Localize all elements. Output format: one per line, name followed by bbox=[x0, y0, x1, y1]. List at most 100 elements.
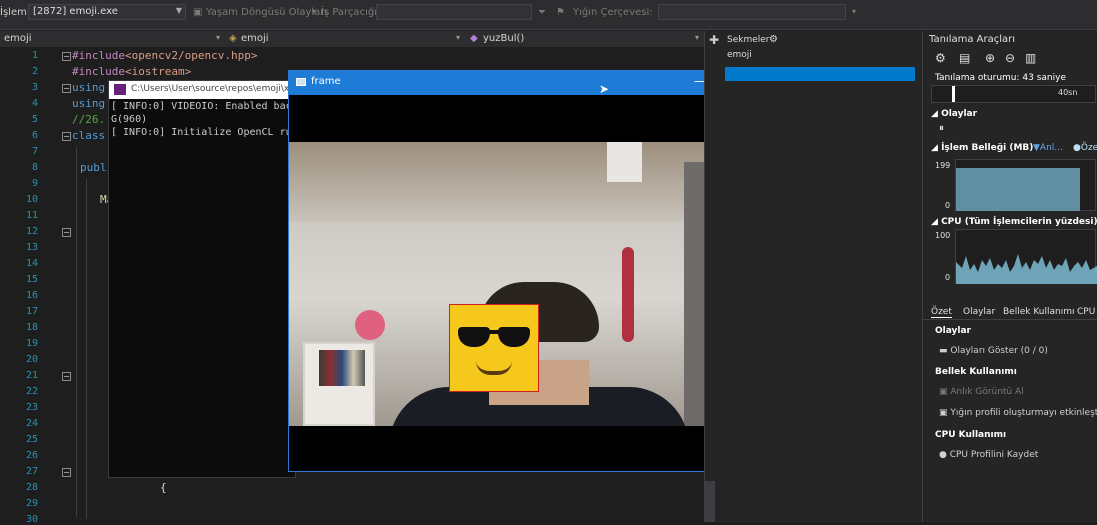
code-line-2: #include<iostream> bbox=[72, 65, 192, 78]
process-dropdown[interactable]: [2872] emoji.exe ▼ bbox=[28, 4, 186, 20]
zoom-out-icon[interactable]: ⊖ bbox=[1005, 51, 1015, 65]
window-icon bbox=[296, 78, 306, 86]
indent-guide bbox=[86, 179, 87, 519]
cpu-max: 100 bbox=[935, 231, 951, 240]
cpu-section-title: ◢ CPU (Tüm İşlemcilerin yüzdesi) bbox=[931, 217, 1097, 227]
record-cpu-profile-button[interactable]: ● CPU Profilini Kaydet bbox=[939, 450, 1038, 460]
line-number: 28 bbox=[25, 482, 38, 493]
process-label: İşlem: bbox=[0, 7, 31, 18]
line-number: 2 bbox=[31, 66, 38, 77]
line-number: 1 bbox=[31, 50, 38, 61]
line-number: 26 bbox=[25, 450, 38, 461]
debug-toolbar: İşlem: [2872] emoji.exe ▼ ▣ Yaşam Döngüs… bbox=[0, 0, 1097, 30]
flag-icon[interactable]: ⚑ bbox=[556, 7, 565, 18]
line-number: 7 bbox=[31, 146, 38, 157]
panel-scrollbar[interactable] bbox=[705, 481, 715, 522]
cpu-heading: CPU Kullanımı bbox=[935, 430, 1007, 440]
cpu-sparkline bbox=[956, 254, 1097, 284]
settings-icon[interactable]: ⚙ bbox=[935, 51, 946, 65]
line-number: 10 bbox=[25, 194, 38, 205]
timeline-ruler[interactable]: 40sn bbox=[931, 85, 1096, 103]
line-number: 23 bbox=[25, 402, 38, 413]
tab-cpu-usage[interactable]: CPU K bbox=[1077, 307, 1097, 317]
line-number: 18 bbox=[25, 322, 38, 333]
line-number: 27 bbox=[25, 466, 38, 477]
tabs-panel-title: Sekmeler bbox=[727, 35, 770, 45]
take-snapshot-button[interactable]: ▣ Anlık Görüntü Al bbox=[939, 387, 1024, 397]
line-number: 24 bbox=[25, 418, 38, 429]
memory-chart[interactable] bbox=[955, 159, 1096, 211]
line-number: 19 bbox=[25, 338, 38, 349]
chevron-down-icon: ▼ bbox=[175, 6, 182, 15]
diag-tab-strip: Özet Olaylar Bellek Kullanımı CPU K bbox=[923, 302, 1097, 320]
chevron-down-icon: ▾ bbox=[312, 7, 317, 16]
chevron-down-icon: ▾ bbox=[216, 33, 221, 42]
timeline-label: 40sn bbox=[1058, 88, 1078, 97]
line-number: 21 bbox=[25, 370, 38, 381]
show-events-link[interactable]: ▬ Olayları Göster (0 / 0) bbox=[939, 346, 1048, 356]
pause-icon[interactable]: ⏸ bbox=[939, 123, 944, 134]
cpu-chart[interactable] bbox=[955, 229, 1097, 284]
tab-summary[interactable]: Özet bbox=[931, 307, 952, 318]
decoration bbox=[355, 310, 385, 340]
line-number: 22 bbox=[25, 386, 38, 397]
zoom-in-icon[interactable]: ⊕ bbox=[985, 51, 995, 65]
filter-icon[interactable]: ⏷ bbox=[538, 7, 546, 18]
fold-collapse-icon[interactable]: − bbox=[62, 468, 71, 477]
code-line-5: //26. bbox=[72, 113, 106, 126]
line-number: 30 bbox=[25, 514, 38, 525]
cpu-area bbox=[956, 254, 1097, 284]
cpu-min: 0 bbox=[945, 273, 951, 282]
enable-heap-profiling-button[interactable]: ▣ Yığın profili oluşturmayı etkinleştir bbox=[939, 408, 1097, 418]
chevron-down-icon: ▾ bbox=[456, 33, 461, 42]
stackframe-label: Yığın Çerçevesi: bbox=[573, 7, 653, 18]
export-icon[interactable]: ▤ bbox=[959, 51, 970, 65]
tabs-panel: ✚ Sekmeler ⚙ emoji bbox=[704, 31, 922, 522]
line-number: 9 bbox=[31, 178, 38, 189]
line-number: 12 bbox=[25, 226, 38, 237]
plus-icon[interactable]: ✚ bbox=[709, 33, 719, 47]
line-number: 17 bbox=[25, 306, 38, 317]
chart-icon[interactable]: ▥ bbox=[1025, 51, 1036, 65]
code-line-28: { bbox=[160, 481, 167, 494]
events-section-title: ◢ Olaylar bbox=[931, 109, 978, 119]
memory-legend-1: ▼Anl... bbox=[1033, 143, 1063, 153]
session-label: Tanılama oturumu: 43 saniye bbox=[935, 73, 1066, 83]
fold-collapse-icon[interactable]: − bbox=[62, 84, 71, 93]
tab-item-selected[interactable] bbox=[725, 67, 915, 81]
fold-collapse-icon[interactable]: − bbox=[62, 52, 71, 61]
gear-icon[interactable]: ⚙ bbox=[769, 34, 778, 45]
class-icon: ◈ bbox=[229, 33, 237, 44]
process-value: [2872] emoji.exe bbox=[33, 6, 118, 17]
memory-max: 199 bbox=[935, 161, 951, 170]
console-window[interactable]: C:\Users\User\source\repos\emoji\x64 [ I… bbox=[108, 80, 304, 478]
line-number-gutter: 1 2 3 4 5 6 7 8 9 10 11 12 13 14 15 16 1… bbox=[0, 47, 71, 525]
lifecycle-icon: ▣ bbox=[193, 7, 203, 18]
code-line-4: using bbox=[72, 97, 106, 110]
lifecycle-events-dropdown[interactable]: Yaşam Döngüsü Olayları bbox=[206, 7, 327, 18]
fold-collapse-icon[interactable]: − bbox=[62, 372, 71, 381]
tab-memory-usage[interactable]: Bellek Kullanımı bbox=[1003, 307, 1074, 317]
frame-title: frame bbox=[311, 76, 341, 87]
member-dropdown[interactable]: yuzBul() bbox=[483, 33, 524, 44]
project-dropdown[interactable]: emoji bbox=[4, 33, 32, 44]
console-title-bar[interactable]: C:\Users\User\source\repos\emoji\x64 bbox=[109, 81, 295, 99]
diagnostic-tools-panel: Tanılama Araçları ⚙ ▤ ⊕ ⊖ ▥ Tanılama otu… bbox=[922, 31, 1097, 522]
console-output-line: G(960) bbox=[111, 114, 148, 125]
sunglasses-icon bbox=[458, 327, 530, 347]
tab-events[interactable]: Olaylar bbox=[963, 307, 995, 317]
books bbox=[319, 350, 365, 386]
memory-section-title: ◢ İşlem Belleği (MB) bbox=[931, 143, 1034, 153]
tab-item-emoji[interactable]: emoji bbox=[725, 49, 915, 63]
fold-collapse-icon[interactable]: − bbox=[62, 132, 71, 141]
chevron-down-icon: ▾ bbox=[852, 7, 857, 16]
memory-heading: Bellek Kullanımı bbox=[935, 367, 1017, 377]
thread-dropdown[interactable] bbox=[376, 4, 532, 20]
line-number: 15 bbox=[25, 274, 38, 285]
stackframe-dropdown[interactable] bbox=[658, 4, 846, 20]
timeline-cursor[interactable] bbox=[952, 86, 955, 102]
scope-dropdown[interactable]: emoji bbox=[241, 33, 269, 44]
line-number: 4 bbox=[31, 98, 38, 109]
fold-collapse-icon[interactable]: − bbox=[62, 228, 71, 237]
events-heading: Olaylar bbox=[935, 326, 971, 336]
